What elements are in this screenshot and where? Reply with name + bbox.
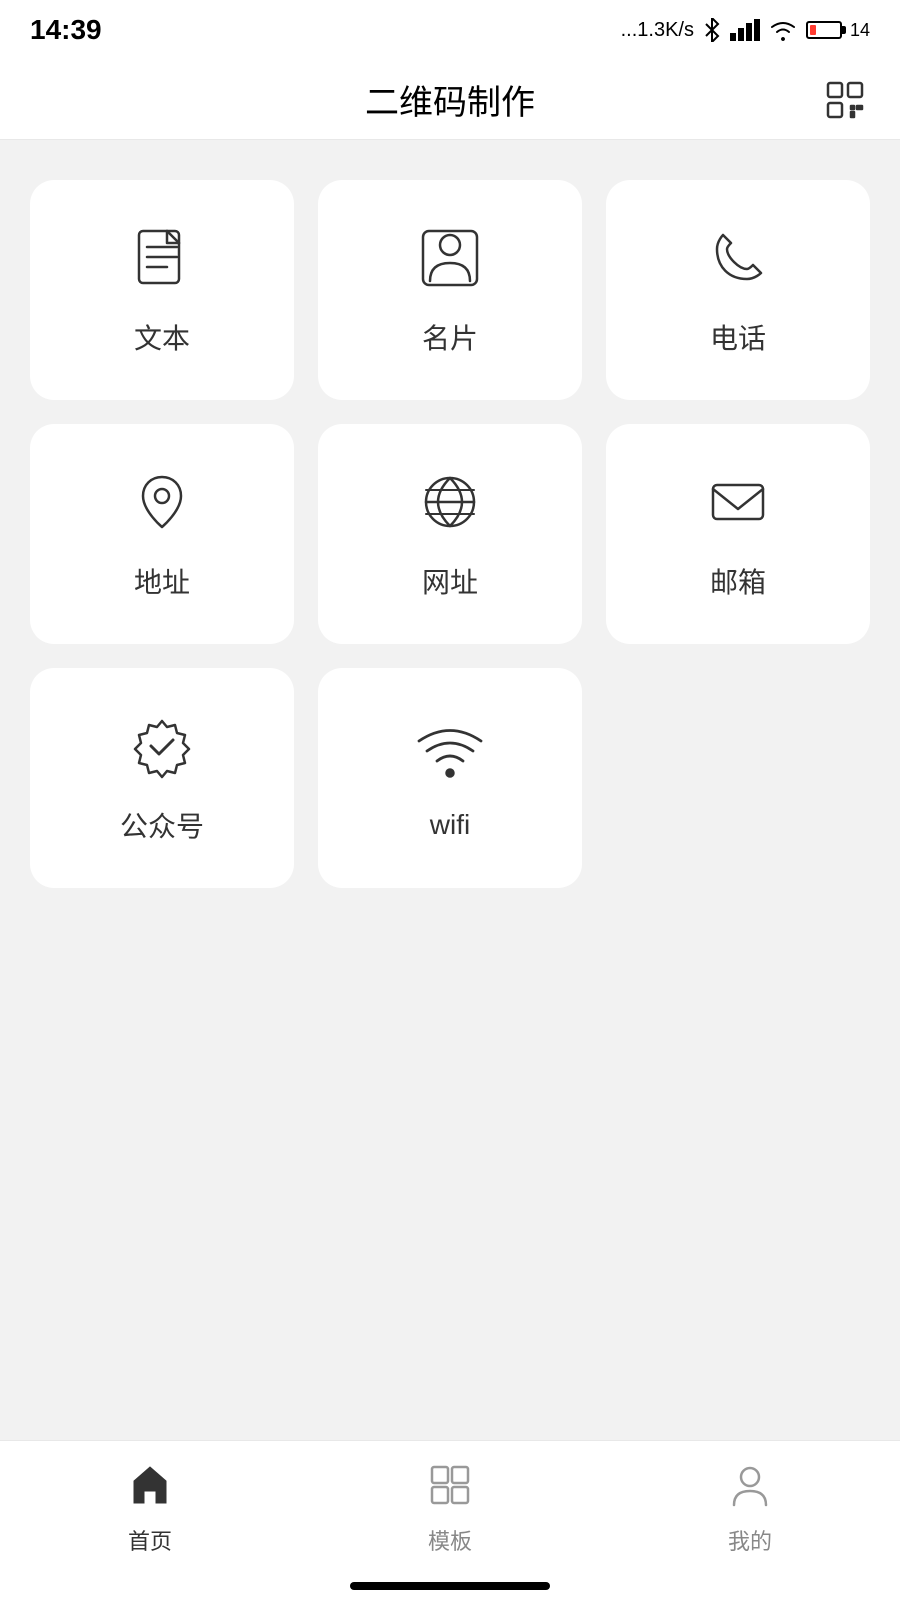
grid-item-phone[interactable]: 电话: [606, 180, 870, 400]
nav-item-mine[interactable]: 我的: [600, 1461, 900, 1556]
grid-item-text[interactable]: 文本: [30, 180, 294, 400]
grid-item-text-label: 文本: [134, 317, 190, 357]
home-indicator: [350, 1582, 550, 1590]
grid-item-wifi[interactable]: wifi: [318, 668, 582, 888]
battery-level: 14: [850, 20, 870, 41]
grid-item-email-label: 邮箱: [710, 561, 766, 601]
globe-icon: [415, 467, 485, 537]
verified-icon: [127, 711, 197, 781]
grid-item-card[interactable]: 名片: [318, 180, 582, 400]
phone-icon: [703, 223, 773, 293]
page-title: 二维码制作: [365, 75, 535, 124]
location-icon: [127, 467, 197, 537]
nav-item-home[interactable]: 首页: [0, 1461, 300, 1556]
grid-item-official[interactable]: 公众号: [30, 668, 294, 888]
battery-icon: [806, 21, 842, 39]
home-icon: [126, 1461, 174, 1514]
grid-item-address-label: 地址: [134, 561, 190, 601]
network-speed: ...1.3K/s: [621, 19, 694, 42]
profile-icon: [726, 1461, 774, 1514]
grid-item-card-label: 名片: [422, 317, 478, 357]
wifi-status-icon: [768, 18, 798, 42]
status-bar: 14:39 ...1.3K/s 14: [0, 0, 900, 60]
nav-mine-label: 我的: [728, 1524, 772, 1556]
wifi-icon: [415, 715, 485, 785]
nav-item-template[interactable]: 模板: [300, 1461, 600, 1556]
bottom-nav: 首页 模板 我的: [0, 1440, 900, 1600]
main-content: 文本 名片 电话: [0, 140, 900, 918]
grid: 文本 名片 电话: [30, 180, 870, 888]
status-icons: ...1.3K/s 14: [621, 18, 870, 42]
grid-item-address[interactable]: 地址: [30, 424, 294, 644]
header: 二维码制作: [0, 60, 900, 140]
template-icon: [426, 1461, 474, 1514]
contact-card-icon: [415, 223, 485, 293]
grid-item-wifi-label: wifi: [430, 809, 470, 841]
grid-item-url[interactable]: 网址: [318, 424, 582, 644]
nav-home-label: 首页: [128, 1524, 172, 1556]
signal-icon: [730, 19, 760, 41]
status-time: 14:39: [30, 14, 102, 46]
grid-item-url-label: 网址: [422, 561, 478, 601]
grid-item-official-label: 公众号: [120, 805, 204, 845]
grid-item-email[interactable]: 邮箱: [606, 424, 870, 644]
nav-template-label: 模板: [428, 1524, 472, 1556]
email-icon: [703, 467, 773, 537]
grid-item-phone-label: 电话: [710, 317, 766, 357]
document-icon: [127, 223, 197, 293]
bluetooth-icon: [702, 18, 722, 42]
scan-button[interactable]: [820, 75, 870, 125]
